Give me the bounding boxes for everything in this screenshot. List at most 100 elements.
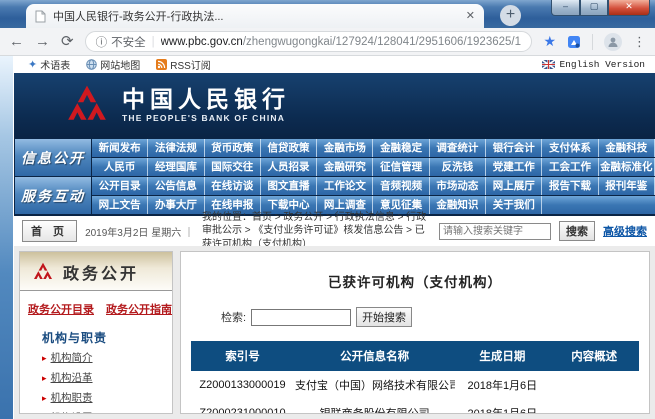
tab-close-icon[interactable]: ✕ <box>466 11 475 22</box>
home-button[interactable]: 首 页 <box>22 220 77 242</box>
url-path: /zhengwugongkai/127924/128041/2951606/19… <box>243 36 522 48</box>
sidebar-item-link[interactable]: 机构职责 <box>51 389 93 409</box>
webpage: ✦ 术语表 网站地图 RSS订阅 English Version <box>14 56 655 419</box>
sidebar-header: 政务公开 <box>20 252 172 291</box>
nav-item[interactable]: 报告下载 <box>542 177 598 195</box>
utility-bar: ✦ 术语表 网站地图 RSS订阅 English Version <box>14 56 655 73</box>
browser-tab[interactable]: 中国人民银行-政务公开-行政执法... ✕ <box>26 4 484 28</box>
new-tab-button[interactable]: + <box>500 5 521 26</box>
profile-avatar[interactable] <box>604 33 622 51</box>
nav-item[interactable]: 新闻发布 <box>92 139 148 157</box>
main-panel: 已获许可机构（支付机构） 检索: 开始搜索 索引号公开信息名称生成日期内容概述 … <box>180 251 650 414</box>
sidebar-sections: 机构与职责▸机构简介▸机构沿革▸机构职责▸机构设置法规政策▸法律法规 <box>20 329 172 414</box>
nav-item[interactable]: 法律法规 <box>148 139 204 157</box>
advanced-search-link[interactable]: 高级搜索 <box>603 223 647 239</box>
table-header-cell: 公开信息名称 <box>294 341 455 371</box>
disclosure-guide-link[interactable]: 政务公开指南 <box>106 301 172 317</box>
site-header: 中国人民银行 THE PEOPLE'S BANK OF CHINA <box>14 73 655 137</box>
nav-item[interactable]: 图文直播 <box>261 177 317 195</box>
sitemap-link[interactable]: 网站地图 <box>86 57 140 72</box>
url-separator: | <box>152 36 155 48</box>
table-header-row: 索引号公开信息名称生成日期内容概述 <box>191 341 639 371</box>
disclosure-catalog-link[interactable]: 政务公开目录 <box>28 301 94 317</box>
document-name-cell[interactable]: 支付宝（中国）网络技术有限公司 <box>294 371 455 399</box>
glossary-link[interactable]: ✦ 术语表 <box>28 57 70 72</box>
nav-item[interactable]: 关于我们 <box>486 196 542 214</box>
url-text: www.pbc.gov.cn/zhengwugongkai/127924/128… <box>161 36 522 48</box>
sitemap-label: 网站地图 <box>100 57 140 72</box>
address-bar[interactable]: ⓘ 不安全 | www.pbc.gov.cn/zhengwugongkai/12… <box>85 31 533 52</box>
nav-item[interactable]: 调查统计 <box>430 139 486 157</box>
table-row: Z2000231000010银联商务股份有限公司2018年1月6日 <box>191 399 639 414</box>
english-version-link[interactable]: English Version <box>542 59 645 70</box>
minimize-button[interactable]: – <box>551 0 580 16</box>
nav-item[interactable]: 货币政策 <box>205 139 261 157</box>
nav-item[interactable]: 人民币 <box>92 158 148 176</box>
nav-item[interactable]: 公开目录 <box>92 177 148 195</box>
forward-icon[interactable]: → <box>35 34 50 49</box>
nav-item[interactable]: 经理国库 <box>148 158 204 176</box>
page-favicon-icon <box>35 10 46 23</box>
site-search-button[interactable]: 搜索 <box>559 221 595 241</box>
arrow-bullet-icon: ▸ <box>42 410 47 414</box>
sidebar-item[interactable]: ▸机构简介 <box>42 349 172 369</box>
nav-item[interactable]: 信贷政策 <box>261 139 317 157</box>
start-search-button[interactable]: 开始搜索 <box>356 307 412 327</box>
nav-group-label[interactable]: 信息公开 <box>15 139 91 176</box>
nav-row: 新闻发布法律法规货币政策信贷政策金融市场金融稳定调查统计银行会计支付体系金融科技 <box>92 139 655 157</box>
retrieve-row: 检索: 开始搜索 <box>221 307 639 327</box>
sidebar-item-link[interactable]: 机构简介 <box>51 349 93 369</box>
toolbar-divider <box>592 34 593 50</box>
nav-item[interactable]: 音频视频 <box>373 177 429 195</box>
nav-item[interactable]: 金融研究 <box>317 158 373 176</box>
arrow-bullet-icon: ▸ <box>42 350 47 367</box>
nav-item[interactable]: 银行会计 <box>486 139 542 157</box>
sidebar-item[interactable]: ▸机构职责 <box>42 389 172 409</box>
extension-icon[interactable] <box>567 35 581 49</box>
reload-icon[interactable]: ⟳ <box>61 34 74 49</box>
rss-link[interactable]: RSS订阅 <box>156 57 211 72</box>
nav-item[interactable]: 金融知识 <box>430 196 486 214</box>
site-search-input[interactable] <box>439 223 551 240</box>
nav-item[interactable]: 办事大厅 <box>148 196 204 214</box>
nav-item[interactable]: 国际交往 <box>205 158 261 176</box>
site-name-en: THE PEOPLE'S BANK OF CHINA <box>122 113 290 123</box>
nav-item[interactable]: 反洗钱 <box>430 158 486 176</box>
nav-item[interactable]: 人员招录 <box>261 158 317 176</box>
maximize-button[interactable]: ▢ <box>580 0 608 16</box>
nav-item[interactable]: 党建工作 <box>486 158 542 176</box>
sidebar-item[interactable]: ▸ 机构设置 <box>42 409 172 414</box>
nav-item[interactable]: 工会工作 <box>542 158 598 176</box>
browser-menu-icon[interactable]: ⋮ <box>633 34 646 50</box>
nav-filler <box>542 196 655 214</box>
nav-row: 公开目录公告信息在线访谈图文直播工作论文音频视频市场动态网上展厅报告下载报刊年鉴 <box>92 177 655 195</box>
sidebar-item-link[interactable]: 机构沿革 <box>51 369 93 389</box>
nav-item[interactable]: 金融市场 <box>317 139 373 157</box>
bookmark-star-icon[interactable]: ★ <box>543 33 556 50</box>
back-icon[interactable]: ← <box>9 34 24 49</box>
nav-item[interactable]: 支付体系 <box>542 139 598 157</box>
table-header-cell: 内容概述 <box>549 341 639 371</box>
globe-icon <box>86 59 97 70</box>
nav-rows: 新闻发布法律法规货币政策信贷政策金融市场金融稳定调查统计银行会计支付体系金融科技… <box>92 139 655 176</box>
nav-item[interactable]: 网上展厅 <box>486 177 542 195</box>
nav-item[interactable]: 征信管理 <box>373 158 429 176</box>
table-cell <box>549 371 639 399</box>
sidebar-title: 政务公开 <box>63 260 139 284</box>
security-indicator[interactable]: ⓘ 不安全 <box>96 34 146 50</box>
document-name-cell[interactable]: 银联商务股份有限公司 <box>294 399 455 414</box>
sidebar-item[interactable]: ▸机构沿革 <box>42 369 172 389</box>
nav-group-label[interactable]: 服务互动 <box>15 177 91 214</box>
nav-item[interactable]: 金融科技 <box>599 139 655 157</box>
nav-item[interactable]: 报刊年鉴 <box>599 177 655 195</box>
retrieve-input[interactable] <box>251 309 351 326</box>
nav-item[interactable]: 在线访谈 <box>205 177 261 195</box>
close-window-button[interactable]: ✕ <box>608 0 650 16</box>
nav-item[interactable]: 公告信息 <box>148 177 204 195</box>
nav-item[interactable]: 市场动态 <box>430 177 486 195</box>
sidebar-item-link[interactable]: 机构设置 <box>51 409 93 414</box>
nav-item[interactable]: 金融标准化 <box>599 158 655 176</box>
nav-item[interactable]: 金融稳定 <box>373 139 429 157</box>
nav-item[interactable]: 网上文告 <box>92 196 148 214</box>
nav-item[interactable]: 工作论文 <box>317 177 373 195</box>
